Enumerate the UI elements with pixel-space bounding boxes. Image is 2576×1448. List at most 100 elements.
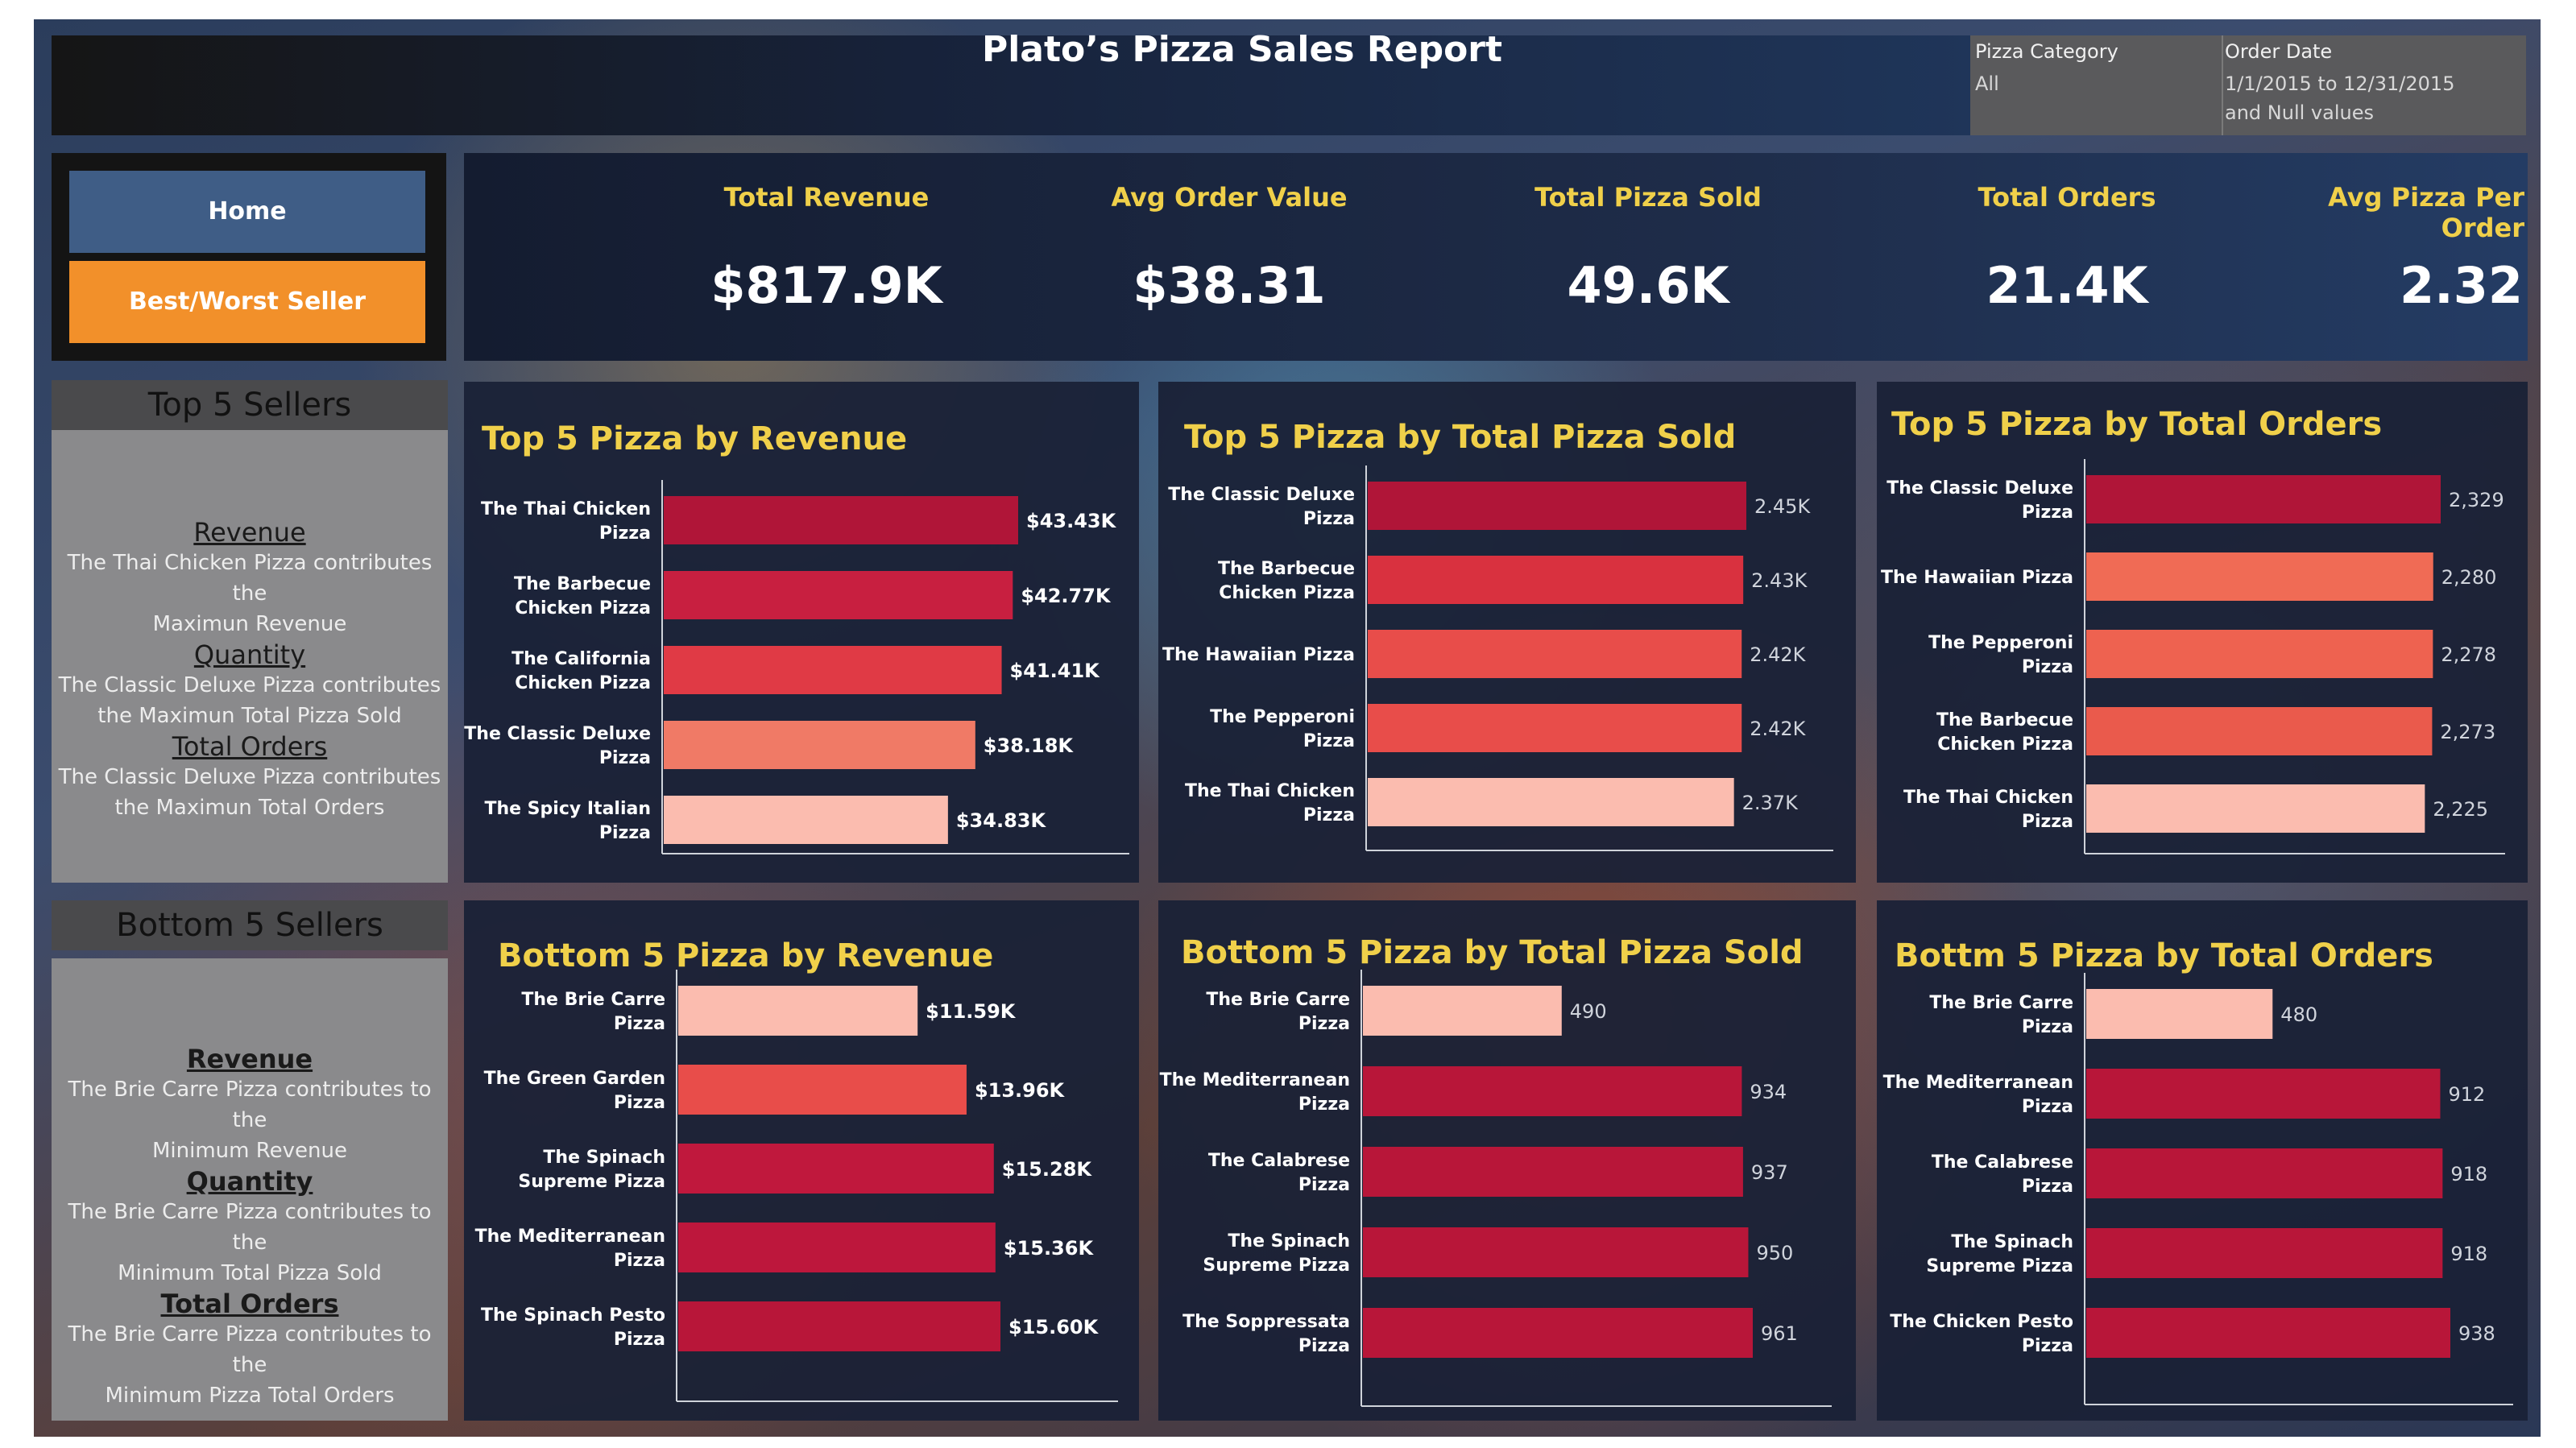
data-label: 937 [1751,1161,1788,1184]
summary-text: The Classic Deluxe Pizza contributes [58,765,441,789]
category-label: The Brie Carre [521,990,665,1010]
data-label: $13.96K [975,1079,1066,1102]
summary-heading: Quantity [186,1166,313,1197]
kpi-avg-pizza-per-order: Avg Pizza Per Order 2.32 [2244,153,2528,361]
kpi-label: Total Pizza Sold [1534,182,1762,213]
summary-heading: Revenue [193,517,306,548]
category-label: The Barbecue [1936,710,2073,730]
bar[interactable] [2086,1069,2441,1119]
bar[interactable] [2086,1308,2450,1358]
category-label: Pizza [1303,805,1355,825]
data-label: 2.45K [1754,495,1811,518]
chart-bottom-pizza-sold-svg: The Brie Carre Pizza 490 The Mediterranean P… [1160,970,1832,1407]
bar[interactable] [1363,1066,1742,1116]
category-label: The Calabrese [1208,1151,1350,1171]
nav-panel: Home Best/Worst Seller [52,153,446,361]
bar[interactable] [2086,630,2433,678]
category-label: The Mediterranean [1883,1073,2073,1093]
summary-text: Minimum Pizza Total Orders [105,1384,395,1408]
bar[interactable] [1368,630,1742,678]
filter-divider [2222,35,2223,135]
order-date-label: Order Date [2225,40,2333,63]
order-date-filter[interactable]: Order Date 1/1/2015 to 12/31/2015 and Nu… [2225,35,2523,127]
data-label: 918 [2450,1163,2487,1185]
order-date-value[interactable]: 1/1/2015 to 12/31/2015 and Null values [2225,69,2523,127]
best-worst-seller-button[interactable]: Best/Worst Seller [69,261,425,343]
bar[interactable] [1368,778,1734,826]
bar[interactable] [1363,1147,1743,1197]
bar[interactable] [1368,482,1746,530]
summary-text: The Thai Chicken Pizza contributes the [67,551,433,606]
kpi-avg-order-value: Avg Order Value $38.31 [1060,153,1398,361]
order-date-range: 1/1/2015 to 12/31/2015 [2225,72,2455,95]
bar[interactable] [2086,552,2433,601]
kpi-label: Avg Pizza Per Order [2328,182,2524,243]
chart-top-orders-svg: The Classic Deluxe Pizza 2,329 The Hawaiian… [1881,459,2505,854]
chart-bottom-orders: Bottm 5 Pizza by Total Orders The Brie C… [1877,900,2528,1421]
data-label: 2,225 [2433,798,2488,821]
bar[interactable] [2086,989,2273,1039]
bar[interactable] [1368,556,1744,604]
chart-top-revenue: Top 5 Pizza by Revenue The Thai Chicken P… [464,382,1139,883]
category-label: Pizza [2022,1017,2073,1037]
category-label: Pizza [599,823,651,843]
bar[interactable] [2086,1228,2443,1278]
bar[interactable] [2086,784,2425,833]
summary-text: Minimum Total Pizza Sold [118,1261,382,1285]
category-label: Pizza [614,1093,665,1113]
category-label: Pizza [2022,1177,2073,1197]
category-label: Pizza [2022,503,2073,523]
data-label: 2.42K [1750,718,1806,740]
data-label: $41.41K [1010,660,1101,682]
bar[interactable] [664,796,948,844]
bar[interactable] [1363,986,1562,1036]
category-label: The Hawaiian Pizza [1162,645,1355,665]
bar[interactable] [2086,1148,2443,1198]
bar[interactable] [664,496,1018,544]
bar[interactable] [664,571,1013,619]
category-label: Pizza [1298,1094,1350,1115]
bar[interactable] [678,1144,994,1194]
bar[interactable] [1363,1308,1753,1358]
category-label: Supreme Pizza [1926,1256,2073,1276]
category-label: The Classic Deluxe [1886,478,2073,499]
category-label: The Brie Carre [1206,990,1350,1010]
pizza-category-filter[interactable]: Pizza Category All [1975,35,2217,98]
kpi-value: 49.6K [1567,256,1729,315]
bar[interactable] [1363,1227,1749,1277]
bar[interactable] [664,721,975,769]
category-label: The California [511,649,651,669]
data-label: 2,329 [2449,489,2504,511]
chart-top-pizza-sold: Top 5 Pizza by Total Pizza Sold The Clas… [1158,382,1856,883]
data-label: 480 [2280,1003,2317,1026]
category-label: The Pepperoni [1928,633,2073,653]
pizza-category-value[interactable]: All [1975,69,2217,98]
chart-bottom-revenue-svg: The Brie Carre Pizza $11.59K The Green Gard… [475,970,1118,1402]
bar[interactable] [2086,475,2441,523]
category-label: The Hawaiian Pizza [1881,568,2073,588]
data-label: $15.60K [1008,1316,1100,1338]
filter-panel: Pizza Category All Order Date 1/1/2015 t… [1970,35,2526,135]
kpi-value: $38.31 [1133,256,1326,315]
home-button[interactable]: Home [69,171,425,253]
category-label: The Green Garden [484,1069,665,1089]
category-label: The Classic Deluxe [464,724,651,744]
bar[interactable] [1368,704,1742,752]
summary-text: The Brie Carre Pizza contributes to the [68,1200,432,1255]
data-label: $11.59K [926,1000,1017,1023]
category-label: The Barbecue [514,574,651,594]
data-label: $34.83K [956,809,1047,832]
bar[interactable] [678,1065,967,1115]
bar[interactable] [678,1301,1000,1351]
bar[interactable] [678,1223,996,1272]
bar[interactable] [664,646,1002,694]
category-label: Pizza [1303,509,1355,529]
chart-top-orders: Top 5 Pizza by Total Orders The Classic … [1877,382,2528,883]
category-label: Chicken Pizza [1937,734,2073,755]
kpi-total-revenue: Total Revenue $817.9K [657,153,996,361]
category-label: Pizza [599,523,651,544]
bar[interactable] [678,986,918,1036]
bar[interactable] [2086,707,2433,755]
data-label: $15.36K [1004,1237,1095,1260]
summary-heading: Revenue [186,1044,313,1074]
